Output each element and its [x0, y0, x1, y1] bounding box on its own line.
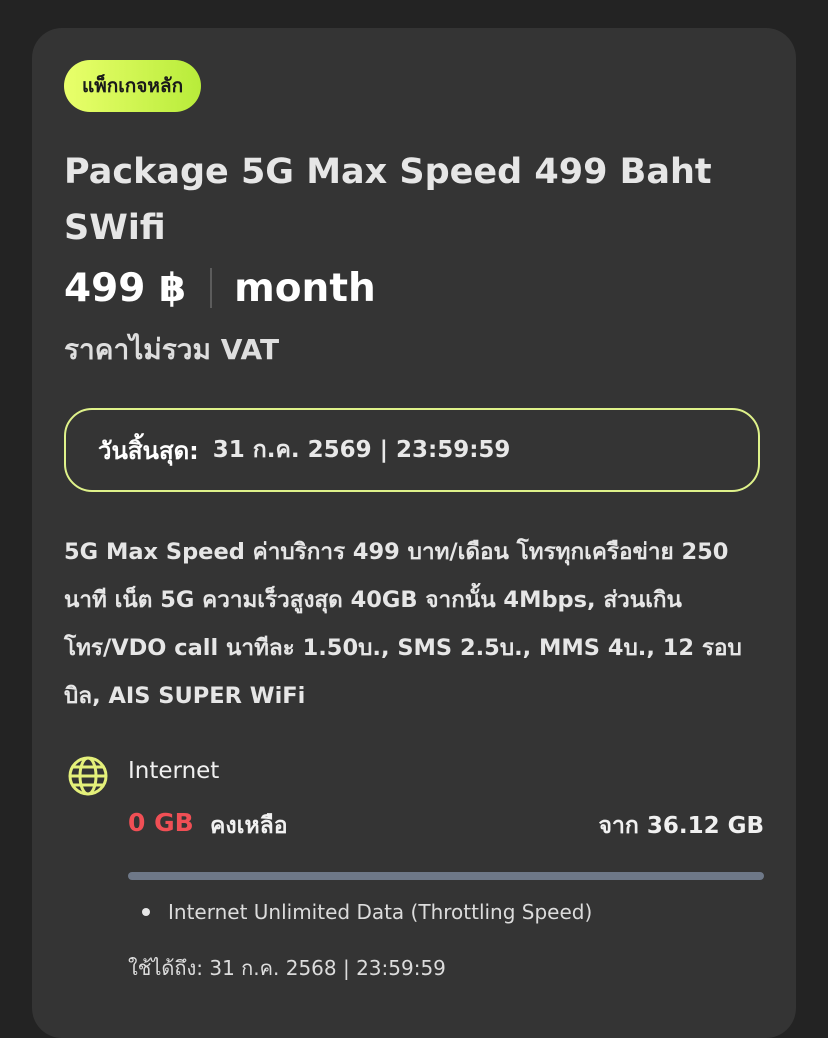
expiry-label: วันสิ้นสุด: [98, 436, 199, 465]
remaining-label: คงเหลือ [210, 813, 288, 839]
package-description: 5G Max Speed ค่าบริการ 499 บาท/เดือน โทร… [64, 539, 742, 709]
price-amount: 499 ฿ [64, 265, 187, 311]
benefit-list-item: Internet Unlimited Data (Throttling Spee… [142, 900, 592, 924]
main-package-badge: แพ็กเกจหลัก [64, 60, 202, 112]
vat-note: ราคาไม่รวม VAT [64, 333, 280, 366]
expiry-box: วันสิ้นสุด: 31 ก.ค. 2569 | 23:59:59 [64, 408, 760, 492]
usage-progress-bar [128, 872, 764, 880]
price-row: 499 ฿ month [64, 260, 376, 316]
price-divider [210, 268, 213, 308]
valid-until: ใช้ได้ถึง: 31 ก.ค. 2568 | 23:59:59 [128, 956, 446, 980]
package-card: แพ็กเกจหลัก Package 5G Max Speed 499 Bah… [32, 28, 796, 1038]
package-title: Package 5G Max Speed 499 Baht SWifi [64, 152, 712, 248]
internet-label: Internet [128, 758, 220, 784]
price-period: month [234, 265, 376, 311]
expiry-value: 31 ก.ค. 2569 | 23:59:59 [212, 437, 511, 463]
remaining-amount: 0 GB [128, 808, 194, 837]
bullet-dot [142, 908, 150, 916]
globe-icon [68, 756, 108, 796]
benefit-text: Internet Unlimited Data (Throttling Spee… [168, 900, 593, 924]
total-quota: จาก 36.12 GB [598, 813, 765, 839]
remaining-row: 0 GB คงเหลือ จาก 36.12 GB [128, 808, 764, 848]
